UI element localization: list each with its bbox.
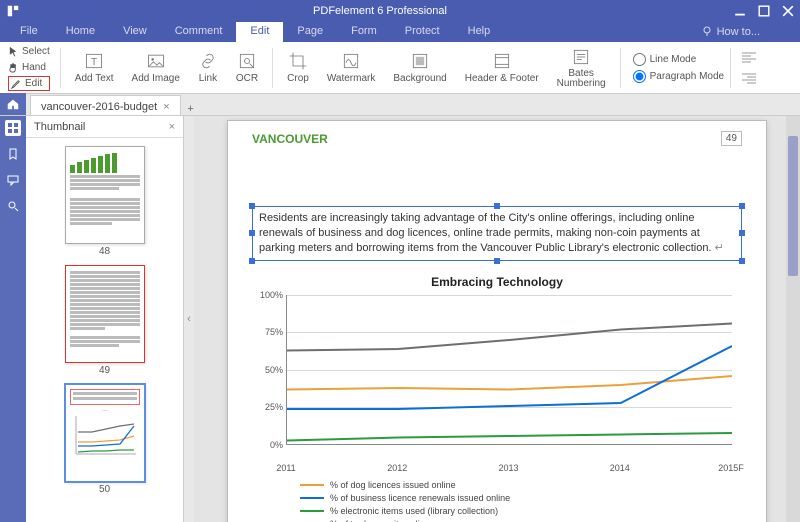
menu-comment[interactable]: Comment	[161, 22, 237, 42]
page-number-badge: 49	[721, 131, 742, 146]
vertical-scrollbar[interactable]	[786, 116, 800, 522]
thumbnail-label: 49	[99, 365, 110, 376]
page-canvas[interactable]: VANCOUVER 49 Residents are increasingly …	[194, 116, 800, 522]
add-image-button[interactable]: Add Image	[124, 45, 188, 91]
howto-link[interactable]: How to...	[717, 26, 760, 38]
thumbnail-50[interactable]: ··· 50	[65, 384, 145, 495]
align-right-icon[interactable]	[741, 72, 757, 87]
header-footer-button[interactable]: Header & Footer	[457, 45, 547, 91]
bates-button[interactable]: Bates Numbering	[549, 45, 614, 91]
select-tool[interactable]: Select	[8, 44, 50, 59]
menu-view[interactable]: View	[109, 22, 161, 42]
thumbnail-panel: Thumbnail × 48 49	[26, 116, 184, 522]
search-icon[interactable]	[5, 198, 21, 214]
bookmarks-icon[interactable]	[5, 146, 21, 162]
menu-file[interactable]: File	[6, 22, 52, 42]
minimize-button[interactable]	[734, 5, 746, 17]
close-tab-icon[interactable]: ×	[163, 101, 169, 113]
collapse-thumbnail-grip[interactable]: ‹	[184, 116, 194, 522]
background-button[interactable]: Background	[385, 45, 454, 91]
menu-form[interactable]: Form	[337, 22, 391, 42]
edit-tool[interactable]: Edit	[8, 76, 50, 91]
paragraph-text: Residents are increasingly taking advant…	[259, 212, 712, 254]
hand-tool[interactable]: Hand	[8, 60, 50, 75]
menubar: FileHomeViewCommentEditPageFormProtectHe…	[0, 22, 800, 42]
ocr-button[interactable]: OCR	[228, 45, 266, 91]
home-tab-button[interactable]	[0, 93, 26, 115]
maximize-button[interactable]	[758, 5, 770, 17]
thumbnails-icon[interactable]	[5, 120, 21, 136]
selected-text-box[interactable]: Residents are increasingly taking advant…	[252, 206, 742, 261]
thumbnail-label: 48	[99, 246, 110, 257]
link-button[interactable]: Link	[190, 45, 226, 91]
chart: 0%25%50%75%100%	[286, 295, 732, 445]
line-mode-radio[interactable]: Line Mode	[633, 53, 725, 66]
close-thumbnail-panel-icon[interactable]: ×	[169, 121, 175, 133]
chart-title: Embracing Technology	[252, 275, 742, 289]
page-view: VANCOUVER 49 Residents are increasingly …	[227, 120, 767, 522]
menu-edit[interactable]: Edit	[236, 22, 283, 42]
menu-help[interactable]: Help	[454, 22, 505, 42]
crop-button[interactable]: Crop	[279, 45, 317, 91]
lightbulb-icon	[701, 25, 713, 40]
titlebar: PDFelement 6 Professional	[0, 0, 800, 22]
app-logo-icon	[6, 4, 20, 18]
thumbnail-48[interactable]: 48	[65, 146, 145, 257]
chart-legend: % of dog licences issued online% of busi…	[300, 479, 742, 522]
close-button[interactable]	[782, 5, 794, 17]
ribbon: Select Hand Edit TAdd Text Add Image Lin…	[0, 42, 800, 94]
comments-icon[interactable]	[5, 172, 21, 188]
menu-home[interactable]: Home	[52, 22, 109, 42]
tabstrip: vancouver-2016-budget × +	[0, 94, 800, 116]
menu-page[interactable]: Page	[283, 22, 337, 42]
svg-text:T: T	[91, 57, 97, 68]
vancouver-logo: VANCOUVER	[252, 133, 328, 145]
paragraph-mode-radio[interactable]: Paragraph Mode	[633, 70, 725, 83]
thumbnail-49[interactable]: 49	[65, 265, 145, 376]
app-title: PDFelement 6 Professional	[26, 5, 734, 17]
add-text-button[interactable]: TAdd Text	[67, 45, 122, 91]
menu-protect[interactable]: Protect	[391, 22, 454, 42]
thumbnail-panel-title: Thumbnail	[34, 121, 85, 133]
document-tab-label: vancouver-2016-budget	[41, 101, 157, 113]
new-tab-button[interactable]: +	[181, 103, 201, 115]
watermark-button[interactable]: Watermark	[319, 45, 384, 91]
sidebar-icon-column	[0, 116, 26, 522]
align-left-icon[interactable]	[741, 51, 757, 66]
scroll-thumb[interactable]	[788, 136, 798, 276]
thumbnail-label: 50	[99, 484, 110, 495]
document-tab[interactable]: vancouver-2016-budget ×	[30, 95, 181, 115]
